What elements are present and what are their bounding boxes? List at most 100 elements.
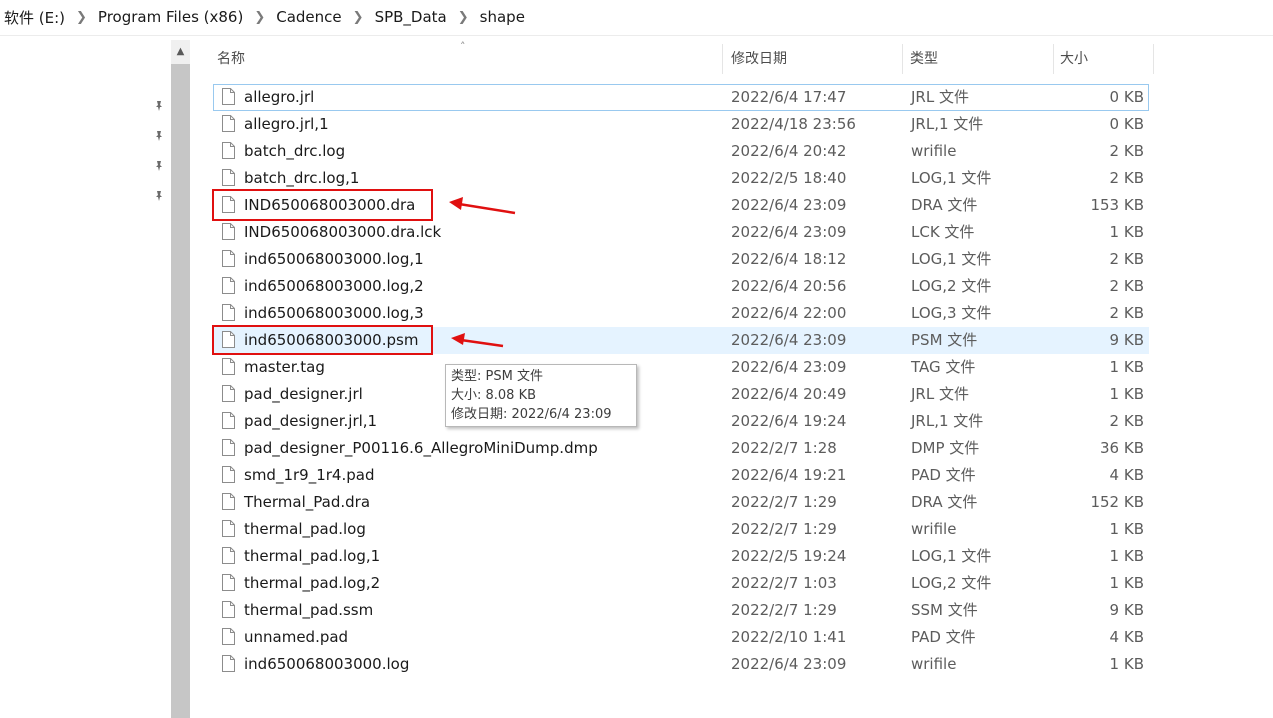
file-name[interactable]: pad_designer_P00116.6_AllegroMiniDump.dm…	[244, 435, 598, 462]
breadcrumb-drive[interactable]: 软件 (E:)	[4, 7, 65, 28]
file-name[interactable]: ind650068003000.log	[244, 651, 409, 678]
document-icon	[222, 601, 235, 618]
file-name[interactable]: allegro.jrl	[244, 84, 314, 111]
file-modified-date: 2022/2/7 1:29	[731, 493, 837, 511]
file-size: 0 KB	[1109, 115, 1144, 133]
column-divider[interactable]	[1053, 44, 1054, 74]
file-row[interactable]: IND650068003000.dra.lck 2022/6/4 23:09 LCK…	[213, 219, 1149, 246]
column-header-type[interactable]: 类型	[910, 44, 938, 74]
file-row[interactable]: ind650068003000.log 2022/6/4 23:09 wrifile…	[213, 651, 1149, 678]
file-row[interactable]: ind650068003000.log,3 2022/6/4 22:00 LOG,3…	[213, 300, 1149, 327]
file-row[interactable]: Thermal_Pad.dra 2022/2/7 1:29 DRA 文件 152 KB	[213, 489, 1149, 516]
document-icon	[222, 115, 235, 132]
column-header-name[interactable]: 名称	[217, 44, 245, 74]
navigation-pane[interactable]	[0, 36, 171, 718]
breadcrumb-program-files[interactable]: Program Files (x86)	[98, 8, 243, 26]
file-size: 1 KB	[1109, 574, 1144, 592]
chevron-right-icon[interactable]: ❯	[76, 10, 87, 25]
file-row[interactable]: allegro.jrl 2022/6/4 17:47 JRL 文件 0 KB	[213, 84, 1149, 111]
pin-icon[interactable]	[152, 160, 166, 174]
pin-icon[interactable]	[152, 130, 166, 144]
file-type: DRA 文件	[911, 493, 978, 511]
file-size: 4 KB	[1109, 628, 1144, 646]
file-tooltip: 类型: PSM 文件 大小: 8.08 KB 修改日期: 2022/6/4 23…	[445, 364, 637, 427]
column-header-modified[interactable]: 修改日期	[731, 44, 787, 74]
chevron-right-icon[interactable]: ❯	[254, 10, 265, 25]
pin-icon[interactable]	[152, 100, 166, 114]
file-size: 2 KB	[1109, 250, 1144, 268]
file-type: wrifile	[911, 520, 957, 538]
file-name[interactable]: master.tag	[244, 354, 325, 381]
file-row[interactable]: pad_designer_P00116.6_AllegroMiniDump.dm…	[213, 435, 1149, 462]
file-name[interactable]: ind650068003000.log,3	[244, 300, 424, 327]
file-row[interactable]: ind650068003000.log,2 2022/6/4 20:56 LOG,2…	[213, 273, 1149, 300]
document-icon	[222, 277, 235, 294]
file-row[interactable]: thermal_pad.log,2 2022/2/7 1:03 LOG,2 文件 1 …	[213, 570, 1149, 597]
chevron-right-icon[interactable]: ❯	[353, 10, 364, 25]
file-row[interactable]: master.tag 2022/6/4 23:09 TAG 文件 1 KB	[213, 354, 1149, 381]
file-size: 1 KB	[1109, 358, 1144, 376]
file-row[interactable]: batch_drc.log,1 2022/2/5 18:40 LOG,1 文件 2 K…	[213, 165, 1149, 192]
document-icon	[222, 466, 235, 483]
document-icon	[222, 439, 235, 456]
file-name[interactable]: ind650068003000.log,2	[244, 273, 424, 300]
file-name[interactable]: IND650068003000.dra.lck	[244, 219, 441, 246]
file-name[interactable]: Thermal_Pad.dra	[244, 489, 370, 516]
column-divider[interactable]	[722, 44, 723, 74]
file-row[interactable]: unnamed.pad 2022/2/10 1:41 PAD 文件 4 KB	[213, 624, 1149, 651]
file-size: 1 KB	[1109, 547, 1144, 565]
tooltip-date: 修改日期: 2022/6/4 23:09	[451, 407, 612, 422]
file-row[interactable]: thermal_pad.log 2022/2/7 1:29 wrifile 1 KB	[213, 516, 1149, 543]
file-name[interactable]: pad_designer.jrl	[244, 381, 363, 408]
file-modified-date: 2022/2/5 19:24	[731, 547, 847, 565]
file-row[interactable]: smd_1r9_1r4.pad 2022/6/4 19:21 PAD 文件 4 KB	[213, 462, 1149, 489]
file-name[interactable]: allegro.jrl,1	[244, 111, 329, 138]
file-modified-date: 2022/6/4 19:24	[731, 412, 847, 430]
breadcrumb-spb-data[interactable]: SPB_Data	[375, 8, 447, 26]
file-name[interactable]: thermal_pad.log	[244, 516, 366, 543]
file-name[interactable]: batch_drc.log	[244, 138, 345, 165]
file-name[interactable]: thermal_pad.log,1	[244, 543, 380, 570]
file-name[interactable]: smd_1r9_1r4.pad	[244, 462, 374, 489]
breadcrumb-shape[interactable]: shape	[480, 8, 525, 26]
pin-icon[interactable]	[152, 190, 166, 204]
file-name[interactable]: ind650068003000.log,1	[244, 246, 424, 273]
file-type: PAD 文件	[911, 628, 976, 646]
file-name[interactable]: unnamed.pad	[244, 624, 348, 651]
file-type: JRL,1 文件	[911, 115, 984, 133]
file-modified-date: 2022/2/7 1:29	[731, 601, 837, 619]
file-row[interactable]: batch_drc.log 2022/6/4 20:42 wrifile 2 KB	[213, 138, 1149, 165]
file-type: JRL 文件	[911, 88, 969, 106]
file-name[interactable]: thermal_pad.ssm	[244, 597, 373, 624]
file-type: LOG,1 文件	[911, 169, 992, 187]
document-icon	[222, 385, 235, 402]
file-row[interactable]: pad_designer.jrl,1 2022/6/4 19:24 JRL,1 文件…	[213, 408, 1149, 435]
file-size: 1 KB	[1109, 223, 1144, 241]
file-modified-date: 2022/6/4 20:56	[731, 277, 847, 295]
document-icon	[222, 142, 235, 159]
breadcrumb-cadence[interactable]: Cadence	[276, 8, 341, 26]
file-modified-date: 2022/6/4 23:09	[731, 196, 847, 214]
file-row[interactable]: allegro.jrl,1 2022/4/18 23:56 JRL,1 文件 0 KB	[213, 111, 1149, 138]
file-modified-date: 2022/6/4 19:21	[731, 466, 847, 484]
chevron-right-icon[interactable]: ❯	[458, 10, 469, 25]
file-name[interactable]: thermal_pad.log,2	[244, 570, 380, 597]
column-divider[interactable]	[902, 44, 903, 74]
nav-scrollbar[interactable]: ▲	[171, 40, 190, 718]
column-header-size[interactable]: 大小	[1060, 44, 1088, 74]
document-icon	[222, 655, 235, 672]
file-name[interactable]: pad_designer.jrl,1	[244, 408, 377, 435]
file-row[interactable]: pad_designer.jrl 2022/6/4 20:49 JRL 文件 1 KB	[213, 381, 1149, 408]
file-name[interactable]: batch_drc.log,1	[244, 165, 359, 192]
annotation-arrow-icon	[451, 333, 504, 348]
file-row[interactable]: thermal_pad.log,1 2022/2/5 19:24 LOG,1 文件 1…	[213, 543, 1149, 570]
file-row[interactable]: thermal_pad.ssm 2022/2/7 1:29 SSM 文件 9 KB	[213, 597, 1149, 624]
file-type: PAD 文件	[911, 466, 976, 484]
tooltip-type: 类型: PSM 文件	[451, 369, 543, 384]
scrollbar-thumb[interactable]	[171, 64, 190, 718]
file-modified-date: 2022/6/4 20:49	[731, 385, 847, 403]
scroll-up-arrow-icon[interactable]: ▲	[171, 40, 190, 64]
file-row[interactable]: ind650068003000.log,1 2022/6/4 18:12 LOG,1…	[213, 246, 1149, 273]
column-divider[interactable]	[1153, 44, 1154, 74]
file-size: 153 KB	[1090, 196, 1144, 214]
